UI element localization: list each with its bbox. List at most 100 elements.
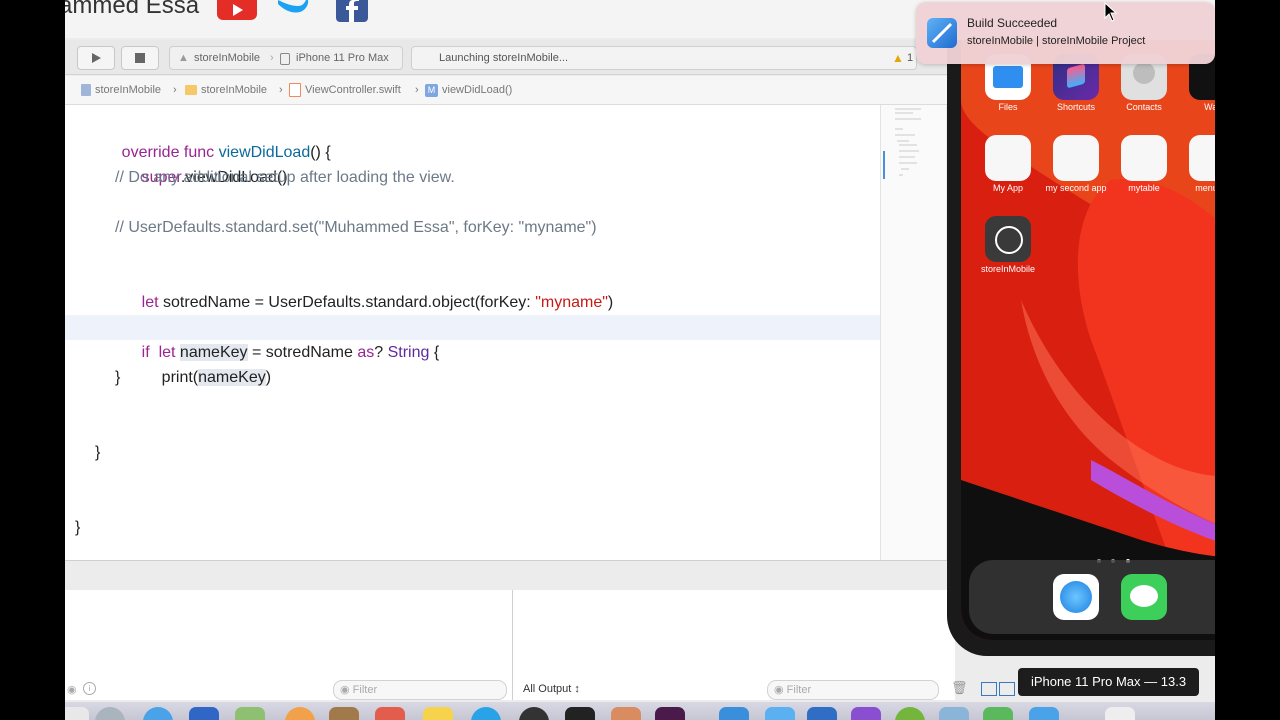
dock-app-icon[interactable] (719, 707, 749, 720)
jump-bar: storeInMobile › storeInMobile › ViewCont… (65, 76, 955, 105)
speech-bubble-icon (1130, 585, 1158, 607)
dock-app-icon[interactable] (983, 707, 1013, 720)
dock-app-icon[interactable] (851, 707, 881, 720)
play-icon (92, 53, 101, 63)
chevron-right-icon: › (415, 84, 419, 96)
swift-file-icon (289, 83, 301, 97)
console-filter[interactable]: ◉ Filter (767, 680, 939, 700)
dock-app-icon[interactable] (611, 707, 641, 720)
project-file-icon (81, 84, 91, 96)
facebook-icon (336, 0, 368, 22)
mouse-cursor-icon (1104, 2, 1118, 22)
chevron-right-icon: › (279, 84, 283, 96)
app-label: Contacts (1126, 102, 1162, 112)
eye-icon[interactable]: ◉ (67, 683, 77, 696)
dock-app-icon[interactable] (939, 707, 969, 720)
code-line: } (75, 519, 81, 536)
dock-app-icon[interactable] (375, 707, 405, 720)
filter-icon: ◉ (774, 684, 784, 696)
build-notification[interactable]: Build Succeeded storeInMobile | storeInM… (916, 2, 1215, 64)
output-select[interactable]: All Output ↕ (523, 683, 580, 695)
chevron-right-icon: › (173, 84, 177, 96)
info-icon[interactable]: i (83, 682, 96, 695)
xcode-app-icon (927, 18, 957, 48)
app-label: mytable (1128, 183, 1160, 193)
code-line-current: if let nameKey = sotredName as? String { (141, 344, 440, 361)
dock-app-icon[interactable] (565, 707, 595, 720)
xcode-toolbar: ▲ storeInMobile › iPhone 11 Pro Max Laun… (65, 40, 955, 75)
breadcrumb-method[interactable]: M viewDidLoad() (425, 76, 512, 104)
app-label: Files (998, 102, 1018, 112)
dock-app-icon[interactable] (189, 707, 219, 720)
minimap-lines (883, 108, 921, 179)
stop-icon (135, 53, 145, 63)
youtube-icon (217, 0, 257, 20)
breadcrumb-file[interactable]: ViewController.swift (289, 76, 401, 104)
device-icon (280, 53, 290, 65)
ios-simulator: Files Shortcuts Contacts Wat My App my s… (947, 0, 1215, 658)
status-text: Launching storeInMobile... (439, 52, 569, 64)
scheme-project: storeInMobile (194, 52, 261, 64)
warning-icon[interactable]: ▲ (892, 47, 904, 69)
dock-app-icon[interactable] (423, 707, 453, 720)
mytable-app-icon[interactable] (1121, 135, 1167, 181)
folder-icon (185, 85, 197, 95)
filter-icon: ◉ (340, 684, 350, 696)
run-button[interactable] (77, 46, 115, 70)
method-icon: M (425, 83, 438, 97)
trash-icon[interactable]: 🗑 (951, 680, 968, 696)
variables-filter[interactable]: ◉ Filter (333, 680, 507, 700)
shortcuts-glyph-icon (1067, 63, 1085, 89)
variables-view[interactable]: ◉ i ◉ Filter (65, 590, 513, 700)
minimap[interactable] (880, 105, 946, 560)
circle-icon (995, 226, 1023, 254)
safari-app-icon[interactable] (1053, 574, 1099, 620)
home-screen-wallpaper[interactable]: Files Shortcuts Contacts Wat My App my s… (961, 40, 1215, 640)
code-comment: // Do any additional setup after loading… (115, 169, 455, 186)
dock-app-icon[interactable] (235, 707, 265, 720)
app-label: Wat (1204, 102, 1215, 112)
dock-app-icon[interactable] (765, 707, 795, 720)
storeinmobile-app-icon[interactable] (985, 216, 1031, 262)
debug-bar (65, 560, 955, 591)
code-comment: // UserDefaults.standard.set("Muhammed E… (115, 219, 597, 236)
breadcrumb-project[interactable]: storeInMobile (81, 76, 161, 104)
menubar-app-icon[interactable] (1189, 135, 1215, 181)
split-view-icon[interactable] (999, 682, 1015, 696)
app-label: Shortcuts (1056, 102, 1096, 112)
notification-title: Build Succeeded (967, 16, 1058, 30)
dock-app-icon[interactable] (807, 707, 837, 720)
simulator-tooltip: iPhone 11 Pro Max — 13.3 (1018, 668, 1199, 696)
person-icon (1133, 62, 1155, 84)
messages-app-icon[interactable] (1121, 574, 1167, 620)
split-view-icon[interactable] (981, 682, 997, 696)
dock-app-icon[interactable] (655, 707, 685, 720)
code-line: } (95, 444, 101, 461)
scheme-device: iPhone 11 Pro Max (296, 52, 389, 64)
breadcrumb-group[interactable]: storeInMobile (185, 76, 267, 104)
my-second-app-icon[interactable] (1053, 135, 1099, 181)
console-view[interactable]: All Output ↕ ◉ Filter 🗑 (513, 590, 968, 700)
app-label: my second app (1045, 183, 1107, 193)
twitter-icon (276, 0, 310, 27)
code-line: let sotredName = UserDefaults.standard.o… (141, 294, 614, 311)
scheme-selector[interactable]: ▲ storeInMobile › iPhone 11 Pro Max (169, 46, 403, 70)
code-line: print(nameKey) (161, 369, 272, 386)
compass-icon (1060, 581, 1092, 613)
app-label: My App (992, 183, 1023, 193)
xcode-app-icon: ▲ (178, 52, 189, 64)
stop-button[interactable] (121, 46, 159, 70)
dock-app-icon[interactable] (1105, 707, 1135, 720)
my-app-icon[interactable] (985, 135, 1031, 181)
code-editor[interactable]: override func viewDidLoad() { super.view… (65, 105, 880, 560)
notification-subtitle: storeInMobile | storeInMobile Project (967, 35, 1146, 47)
dock-app-icon[interactable] (1029, 707, 1059, 720)
xcode-screen: ammed Essa ▲ storeInMobile › iPhone 11 P… (65, 0, 1215, 720)
author-name: ammed Essa (65, 0, 200, 19)
app-label: menuBa (1195, 183, 1215, 193)
code-line: } (115, 369, 121, 386)
dock-app-icon[interactable] (65, 707, 89, 720)
dock-app-icon[interactable] (329, 707, 359, 720)
activity-status: Launching storeInMobile... ▲ 1 (411, 46, 917, 70)
chevron-right-icon: › (270, 52, 274, 64)
